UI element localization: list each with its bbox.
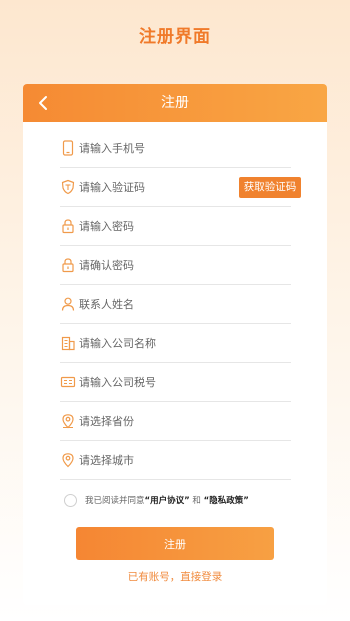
- company-name-input[interactable]: [79, 324, 229, 362]
- phone-icon: [62, 140, 74, 156]
- agreement-checkbox[interactable]: [64, 494, 77, 507]
- location-pin-icon: [62, 453, 74, 468]
- location-pin-icon: [62, 414, 74, 429]
- tax-id-row: [60, 363, 291, 402]
- user-agreement-link[interactable]: “用户协议”: [145, 496, 190, 506]
- phone-row: [60, 129, 291, 168]
- header-title: 注册: [161, 95, 189, 111]
- page-title: 注册界面: [139, 27, 211, 47]
- code-input[interactable]: [79, 168, 229, 206]
- lock-icon: [62, 219, 74, 234]
- company-name-row: [60, 324, 291, 363]
- agreement-row: 我已阅读并同意“用户协议” 和 “隐私政策”: [64, 491, 314, 511]
- person-icon: [61, 297, 75, 311]
- shield-icon: [61, 179, 75, 195]
- agreement-text: 我已阅读并同意“用户协议” 和 “隐私政策”: [85, 491, 249, 511]
- contact-name-input[interactable]: [79, 285, 229, 323]
- agreement-and: 和: [192, 496, 201, 506]
- register-card: 注册 获取验证码: [23, 84, 327, 605]
- get-code-button[interactable]: 获取验证码: [239, 177, 301, 198]
- confirm-password-input[interactable]: [79, 246, 229, 284]
- register-button[interactable]: 注册: [76, 527, 274, 560]
- lock-icon: [62, 258, 74, 273]
- privacy-policy-link[interactable]: “隐私政策”: [204, 496, 249, 506]
- login-link[interactable]: 已有账号，直接登录: [23, 569, 327, 584]
- phone-input[interactable]: [79, 129, 229, 167]
- card-header: 注册: [23, 84, 327, 122]
- city-select[interactable]: [79, 441, 229, 479]
- tax-id-input[interactable]: [79, 363, 229, 401]
- confirm-password-row: [60, 246, 291, 285]
- province-row[interactable]: [60, 402, 291, 441]
- password-input[interactable]: [79, 207, 229, 245]
- contact-name-row: [60, 285, 291, 324]
- code-row: 获取验证码: [60, 168, 301, 207]
- province-select[interactable]: [79, 402, 229, 440]
- agreement-prefix: 我已阅读并同意: [85, 496, 145, 506]
- building-icon: [61, 336, 75, 351]
- city-row[interactable]: [60, 441, 291, 480]
- tax-id-icon: [60, 376, 76, 388]
- password-row: [60, 207, 291, 246]
